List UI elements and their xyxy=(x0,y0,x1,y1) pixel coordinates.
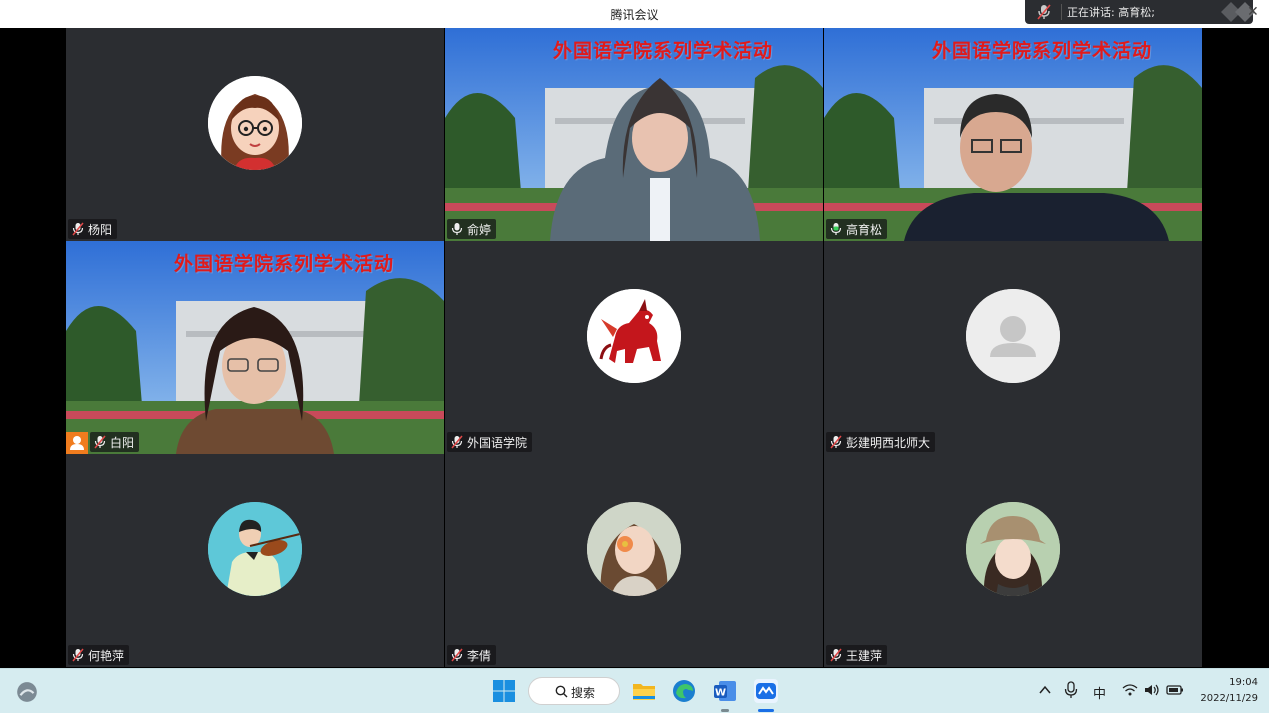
participant-name-bar: 彭建明西北师大 xyxy=(826,432,936,452)
app-running-indicator xyxy=(721,709,729,712)
mic-muted-icon xyxy=(72,648,84,662)
system-clock[interactable]: 19:04 2022/11/29 xyxy=(1192,675,1258,707)
taskbar: 搜索 W 中 19:04 2022/11/29 xyxy=(0,668,1269,713)
participant-tile[interactable]: 李倩 xyxy=(445,454,823,667)
participant-tile[interactable]: 外国语学院 xyxy=(445,241,823,454)
microphone-icon[interactable] xyxy=(1064,681,1078,699)
tencent-meeting-icon[interactable] xyxy=(754,679,778,703)
default-user-icon xyxy=(966,289,1060,383)
wifi-icon[interactable] xyxy=(1122,683,1138,697)
participant-name: 李倩 xyxy=(467,648,492,663)
file-explorer-icon[interactable] xyxy=(632,679,656,703)
mic-speaking-icon xyxy=(830,223,842,235)
word-icon[interactable]: W xyxy=(713,679,737,703)
avatar xyxy=(208,502,302,596)
participant-name-bar: 高育松 xyxy=(826,219,888,239)
participant-name: 外国语学院 xyxy=(467,435,528,450)
cartoon-girl-avatar-icon xyxy=(208,76,302,170)
participant-name-bar: 王建萍 xyxy=(826,645,888,665)
participant-tile[interactable]: 王建萍 xyxy=(824,454,1202,667)
participant-name: 何艳萍 xyxy=(88,648,125,663)
mic-muted-icon xyxy=(830,648,842,662)
participant-name: 白阳 xyxy=(110,435,135,450)
battery-icon[interactable] xyxy=(1166,683,1184,697)
participant-tile[interactable]: 何艳萍 xyxy=(66,454,444,667)
host-badge-icon xyxy=(66,432,88,454)
video-grid: 杨阳 外国语学院系列学术活动 俞婷 外国语学院系列学术活动 高育松 外国语学院系… xyxy=(66,28,1202,668)
start-icon[interactable] xyxy=(492,679,516,703)
app-active-indicator xyxy=(758,709,774,712)
participant-tile[interactable]: 外国语学院系列学术活动 白阳 xyxy=(66,241,444,454)
background-banner: 外国语学院系列学术活动 xyxy=(553,40,774,62)
mic-muted-icon xyxy=(451,648,463,662)
divider xyxy=(1061,4,1062,20)
avatar xyxy=(587,289,681,383)
participant-name-bar: 白阳 xyxy=(90,432,140,452)
participant-tile[interactable]: 彭建明西北师大 xyxy=(824,241,1202,454)
participant-tile[interactable]: 杨阳 xyxy=(66,28,444,241)
svg-text:W: W xyxy=(715,688,726,699)
ime-indicator[interactable]: 中 xyxy=(1093,683,1106,702)
clock-time: 19:04 xyxy=(1229,677,1258,688)
background-banner: 外国语学院系列学术活动 xyxy=(174,253,395,275)
participant-name: 杨阳 xyxy=(88,222,113,237)
participant-name: 王建萍 xyxy=(846,648,883,663)
woman-hat-avatar-icon xyxy=(966,502,1060,596)
speaking-indicator[interactable]: 正在讲话: 高育松; xyxy=(1025,0,1255,24)
mic-on-icon xyxy=(451,223,463,235)
avatar xyxy=(966,502,1060,596)
participant-name: 高育松 xyxy=(846,222,883,237)
mic-muted-icon xyxy=(830,435,842,449)
participant-name-bar: 李倩 xyxy=(447,645,497,665)
mic-muted-icon xyxy=(1037,4,1051,20)
volume-icon[interactable] xyxy=(1144,683,1160,697)
participant-name-bar: 外国语学院 xyxy=(447,432,533,452)
avatar xyxy=(208,76,302,170)
weather-widget-icon[interactable] xyxy=(15,680,39,704)
woman-flower-avatar-icon xyxy=(587,502,681,596)
clock-date: 2022/11/29 xyxy=(1200,693,1258,704)
participant-tile-active-speaker[interactable]: 外国语学院系列学术活动 高育松 xyxy=(824,28,1202,241)
qilin-avatar-icon xyxy=(587,289,681,383)
background-banner: 外国语学院系列学术活动 xyxy=(932,40,1153,62)
mic-muted-icon xyxy=(72,222,84,236)
edge-icon[interactable] xyxy=(672,679,696,703)
close-icon[interactable]: ✕ xyxy=(1247,5,1259,19)
mic-muted-icon xyxy=(94,435,106,449)
search-label: 搜索 xyxy=(571,686,596,700)
participant-name-bar: 何艳萍 xyxy=(68,645,130,665)
avatar xyxy=(587,502,681,596)
boy-violin-avatar-icon xyxy=(208,502,302,596)
mic-muted-icon xyxy=(451,435,463,449)
participant-tile[interactable]: 外国语学院系列学术活动 俞婷 xyxy=(445,28,823,241)
participant-name: 俞婷 xyxy=(467,222,492,237)
search-icon xyxy=(555,685,568,698)
chevron-up-icon[interactable] xyxy=(1038,683,1052,697)
speaking-text: 正在讲话: 高育松; xyxy=(1067,6,1155,19)
participant-name-bar: 俞婷 xyxy=(447,219,497,239)
participant-name-bar: 杨阳 xyxy=(68,219,118,239)
taskbar-search-button[interactable]: 搜索 xyxy=(528,677,620,705)
participant-name: 彭建明西北师大 xyxy=(846,435,931,450)
avatar xyxy=(966,289,1060,383)
